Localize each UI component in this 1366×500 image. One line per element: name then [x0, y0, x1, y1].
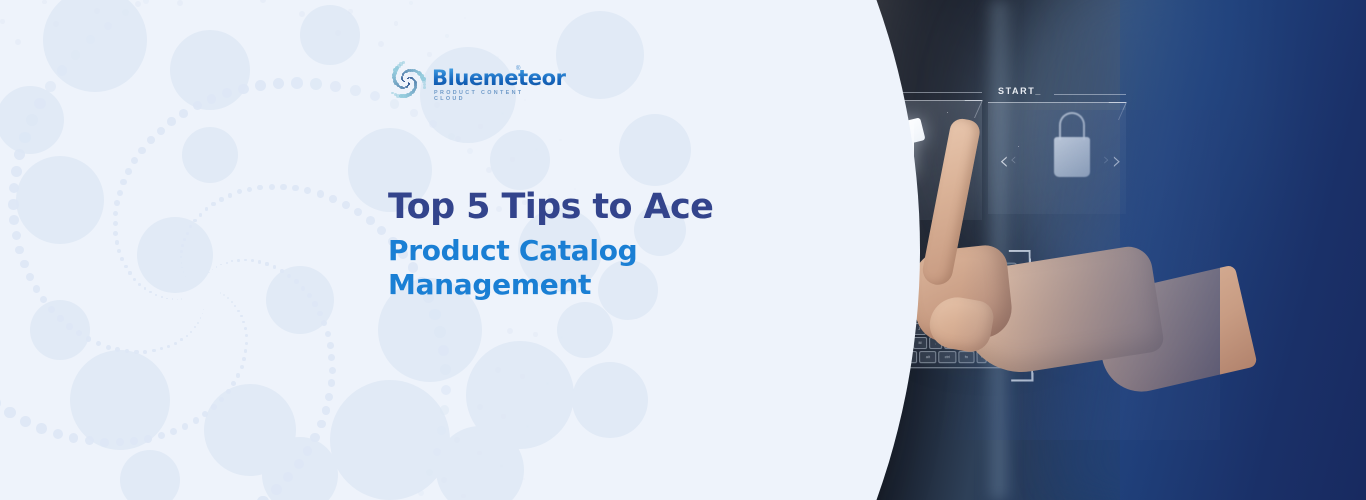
spiral-nautilus-icon — [388, 61, 427, 101]
decorative-bubble — [120, 450, 180, 500]
headline-line-1: Top 5 Tips to Ace — [388, 187, 714, 227]
card-label-3: START_ — [998, 86, 1042, 96]
decorative-bubble — [330, 380, 450, 500]
decorative-bubble — [70, 350, 170, 450]
decorative-bubble — [43, 0, 147, 92]
decorative-bubble — [137, 217, 213, 293]
decorative-bubble — [30, 300, 90, 360]
card-corner — [1100, 102, 1127, 120]
decorative-bubble — [182, 127, 238, 183]
decorative-bubble — [0, 86, 64, 154]
decorative-bubble — [266, 266, 334, 334]
decorative-bubble — [556, 11, 644, 99]
decorative-bubble — [572, 362, 648, 438]
trademark-symbol: ® — [516, 66, 521, 72]
decorative-bubble — [490, 130, 550, 190]
blog-banner: › › START_ ‹ ‹ › › START_ ‹ ‹ › — [0, 0, 1366, 500]
card-rule — [1054, 94, 1126, 95]
decorative-bubble — [16, 156, 104, 244]
brand-tagline: PRODUCT CONTENT CLOUD — [434, 90, 524, 102]
decorative-bubble — [170, 30, 250, 110]
decorative-bubble — [619, 114, 691, 186]
hand-pointing — [880, 110, 1258, 440]
card-corner — [956, 100, 983, 118]
headline-line-3: Management — [388, 268, 592, 302]
brand-name: Bluemeteor — [432, 66, 566, 90]
headline-line-2: Product Catalog — [388, 234, 638, 268]
decorative-bubble — [557, 302, 613, 358]
decorative-bubble — [262, 437, 338, 500]
brand-logo[interactable]: Bluemeteor ® PRODUCT CONTENT CLOUD — [388, 60, 566, 106]
headline-block: Top 5 Tips to Ace Product Catalog Manage… — [388, 187, 718, 303]
decorative-bubble — [300, 5, 360, 65]
